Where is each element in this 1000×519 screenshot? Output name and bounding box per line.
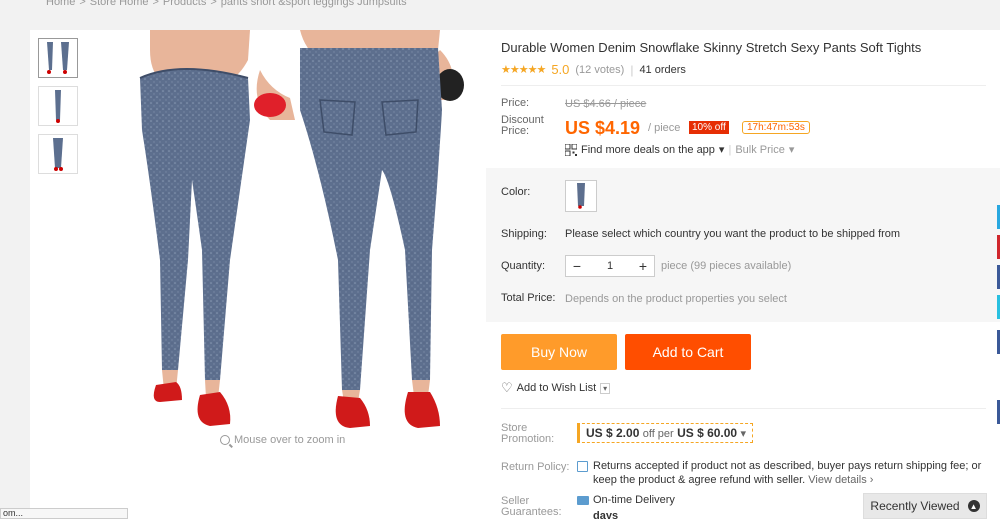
breadcrumb-store-home[interactable]: Store Home — [90, 0, 149, 10]
product-title: Durable Women Denim Snowflake Skinny Str… — [501, 40, 922, 55]
zoom-hint-text: Mouse over to zoom in — [234, 434, 346, 446]
thumbnail-1-image — [47, 42, 69, 74]
return-policy-label: Return Policy: — [501, 461, 570, 473]
product-info: Durable Women Denim Snowflake Skinny Str… — [486, 30, 1000, 519]
store-promotion-label-line2: Promotion: — [501, 433, 555, 445]
color-swatch-image — [577, 183, 585, 209]
chevron-down-icon[interactable]: ▾ — [740, 428, 746, 440]
shipping-label: Shipping: — [501, 228, 547, 240]
promo-amount: US $ 2.00 — [586, 426, 640, 440]
divider — [501, 85, 986, 86]
breadcrumb: Home > Store Home > Products > pants sho… — [46, 0, 407, 10]
quantity-increase-button[interactable]: + — [632, 258, 654, 274]
divider: | — [728, 143, 732, 156]
thumbnail-2-image — [55, 90, 61, 123]
app-deals-row: Find more deals on the app ▾ | Bulk Pric… — [565, 143, 794, 156]
chevron-down-icon[interactable]: ▾ — [789, 143, 795, 156]
color-swatch[interactable] — [565, 180, 597, 212]
main-product-image[interactable] — [120, 30, 480, 430]
buy-now-button[interactable]: Buy Now — [501, 334, 617, 370]
app-deals-link[interactable]: Find more deals on the app — [581, 144, 715, 156]
total-price-text: Depends on the product properties you se… — [565, 293, 787, 305]
thumbnail-1[interactable] — [38, 38, 78, 78]
quantity-label: Quantity: — [501, 260, 546, 272]
chevron-up-icon: ▲ — [967, 500, 980, 512]
return-policy-text: Returns accepted if product not as descr… — [593, 459, 988, 487]
per-piece-unit: / piece — [648, 122, 681, 134]
promo-threshold: US $ 60.00 — [677, 426, 738, 440]
shipping-text: Please select which country you want the… — [565, 228, 901, 240]
quantity-available: piece (99 pieces available) — [661, 260, 792, 272]
divider: | — [630, 62, 634, 77]
votes-count[interactable]: (12 votes) — [575, 64, 624, 76]
price-label: Price: — [501, 97, 530, 109]
color-label: Color: — [501, 186, 531, 198]
thumbnail-2[interactable] — [38, 86, 78, 126]
rating-value[interactable]: 5.0 — [551, 62, 569, 77]
store-promotion-label: Store Promotion: — [501, 423, 554, 445]
discount-badge: 10% off — [689, 121, 729, 134]
bulk-price-link[interactable]: Bulk Price — [735, 144, 785, 156]
orders-count: 41 orders — [639, 63, 686, 76]
store-promotion-coupon[interactable]: US $ 2.00 off per US $ 60.00 ▾ — [577, 423, 753, 443]
quantity-stepper: − 1 + — [565, 255, 655, 277]
view-details-link[interactable]: View details › — [808, 474, 873, 486]
recently-viewed-label: Recently Viewed — [870, 499, 960, 513]
recently-viewed-button[interactable]: Recently Viewed ▲ — [863, 493, 987, 519]
star-icon: ★★★★★ — [501, 64, 546, 76]
delivery-days: days — [593, 510, 619, 519]
discount-label-line2: Price: — [501, 125, 530, 137]
wishlist-label[interactable]: Add to Wish List — [517, 382, 596, 394]
breadcrumb-products[interactable]: Products — [163, 0, 206, 10]
quantity-decrease-button[interactable]: − — [566, 258, 588, 274]
breadcrumb-separator: > — [152, 0, 159, 8]
add-to-cart-button[interactable]: Add to Cart — [625, 334, 751, 370]
options-panel: Color: Shipping: Please select which cou… — [486, 168, 1000, 322]
chevron-down-icon[interactable]: ▾ — [719, 143, 725, 156]
chevron-down-icon[interactable]: ▾ — [600, 382, 611, 394]
discount-price-label: Discount Price: — [501, 115, 544, 137]
thumbnail-3[interactable] — [38, 134, 78, 174]
browser-status-bar: om... — [0, 508, 128, 519]
promo-text: off per — [642, 428, 674, 440]
on-time-delivery: On-time Delivery — [593, 494, 675, 506]
divider — [501, 408, 986, 409]
discount-price: US $4.19 — [565, 118, 641, 138]
thumbnail-list — [38, 38, 78, 174]
product-card: Mouse over to zoom in Durable Women Deni… — [30, 30, 1000, 519]
wishlist-row[interactable]: ♡ Add to Wish List ▾ — [501, 380, 611, 396]
thumbnail-3-image — [53, 138, 63, 171]
zoom-hint: Mouse over to zoom in — [220, 434, 345, 446]
breadcrumb-separator: > — [210, 0, 217, 8]
return-policy-description: Returns accepted if product not as descr… — [593, 460, 982, 486]
seller-guarantees-label-line2: Guarantees: — [501, 506, 562, 518]
countdown-timer: 17h:47m:53s — [742, 121, 810, 134]
seller-guarantees-label: Seller Guarantees: — [501, 496, 562, 518]
breadcrumb-home[interactable]: Home — [46, 0, 75, 10]
quantity-input[interactable]: 1 — [607, 260, 613, 272]
zoom-icon — [220, 435, 230, 445]
breadcrumb-separator: > — [79, 0, 86, 8]
truck-icon — [577, 496, 589, 505]
original-price: US $4.66 / piece — [565, 98, 647, 110]
qr-code-icon — [565, 143, 577, 156]
rating-row: ★★★★★ 5.0 (12 votes) | 41 orders — [501, 62, 686, 77]
total-price-label: Total Price: — [501, 292, 556, 304]
breadcrumb-category[interactable]: pants short &sport leggings Jumpsuits — [221, 0, 407, 10]
document-icon — [577, 461, 588, 472]
heart-icon: ♡ — [501, 380, 513, 395]
